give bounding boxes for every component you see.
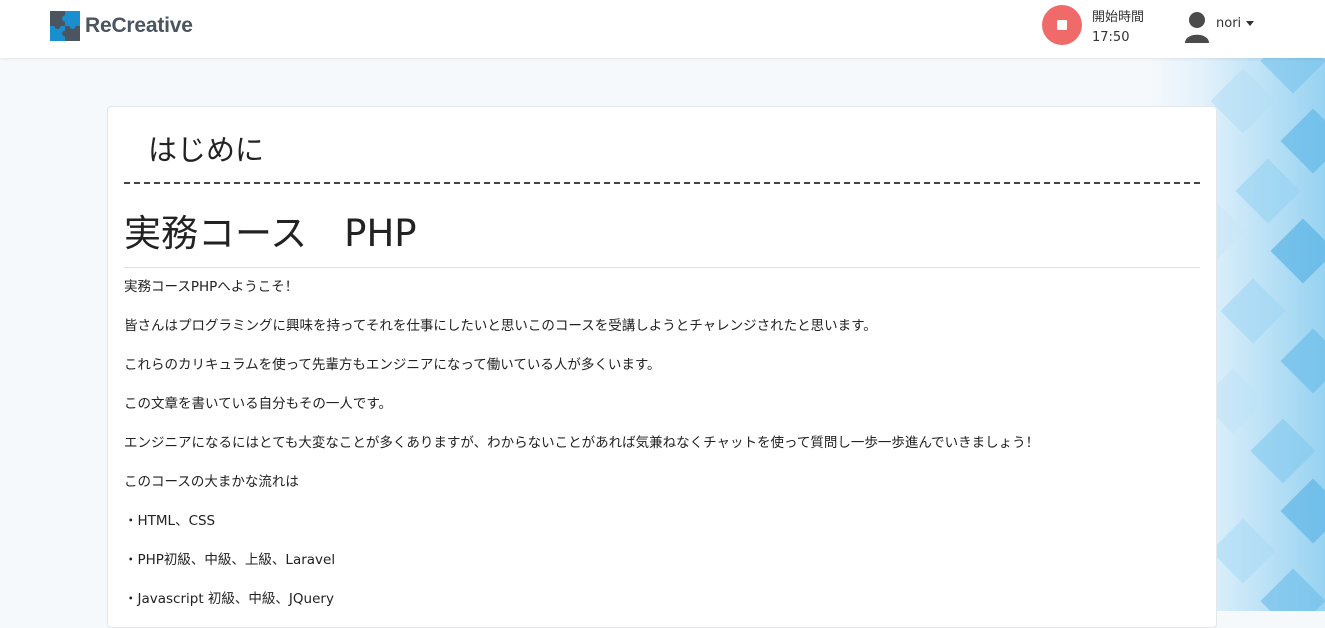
top-header: ReCreative 開始時間 17:50 nori [0, 0, 1325, 58]
logo-text: ReCreative [85, 14, 193, 37]
user-icon [1184, 10, 1210, 48]
paragraph: この文章を書いている自分もその一人です。 [124, 396, 392, 412]
divider [124, 267, 1200, 268]
list-item: ・HTML、CSS [124, 513, 216, 529]
paragraph: エンジニアになるにはとても大変なことが多くありますが、わからないことがあれば気兼… [124, 435, 1040, 451]
paragraph: 実務コースPHPへようこそ！ [124, 279, 299, 295]
user-menu[interactable]: nori [1184, 10, 1255, 48]
list-item: ・PHP初級、中級、上級、Laravel [124, 552, 336, 568]
list-item: ・Javascript 初級、中級、JQuery [124, 591, 334, 607]
logo[interactable]: ReCreative [50, 11, 193, 41]
content-card: はじめに 実務コース PHP 実務コースPHPへようこそ！ 皆さんはプログラミン… [107, 106, 1217, 628]
puzzle-logo-icon [50, 11, 80, 41]
course-title: 実務コース PHP [124, 212, 417, 255]
caret-down-icon [1246, 20, 1255, 26]
timer-label: 開始時間 [1092, 10, 1145, 25]
stop-timer-button[interactable] [1042, 5, 1082, 45]
paragraph: このコースの大まかな流れは [124, 474, 299, 490]
paragraph: 皆さんはプログラミングに興味を持ってそれを仕事にしたいと思いこのコースを受講しよ… [124, 318, 877, 334]
user-name: nori [1216, 15, 1242, 31]
section-title: はじめに [148, 133, 265, 167]
stop-icon [1057, 20, 1067, 30]
paragraph: これらのカリキュラムを使って先輩方もエンジニアになって働いている人が多くいます。 [124, 357, 661, 373]
timer-value: 17:50 [1092, 30, 1130, 45]
dashed-divider [124, 182, 1200, 184]
